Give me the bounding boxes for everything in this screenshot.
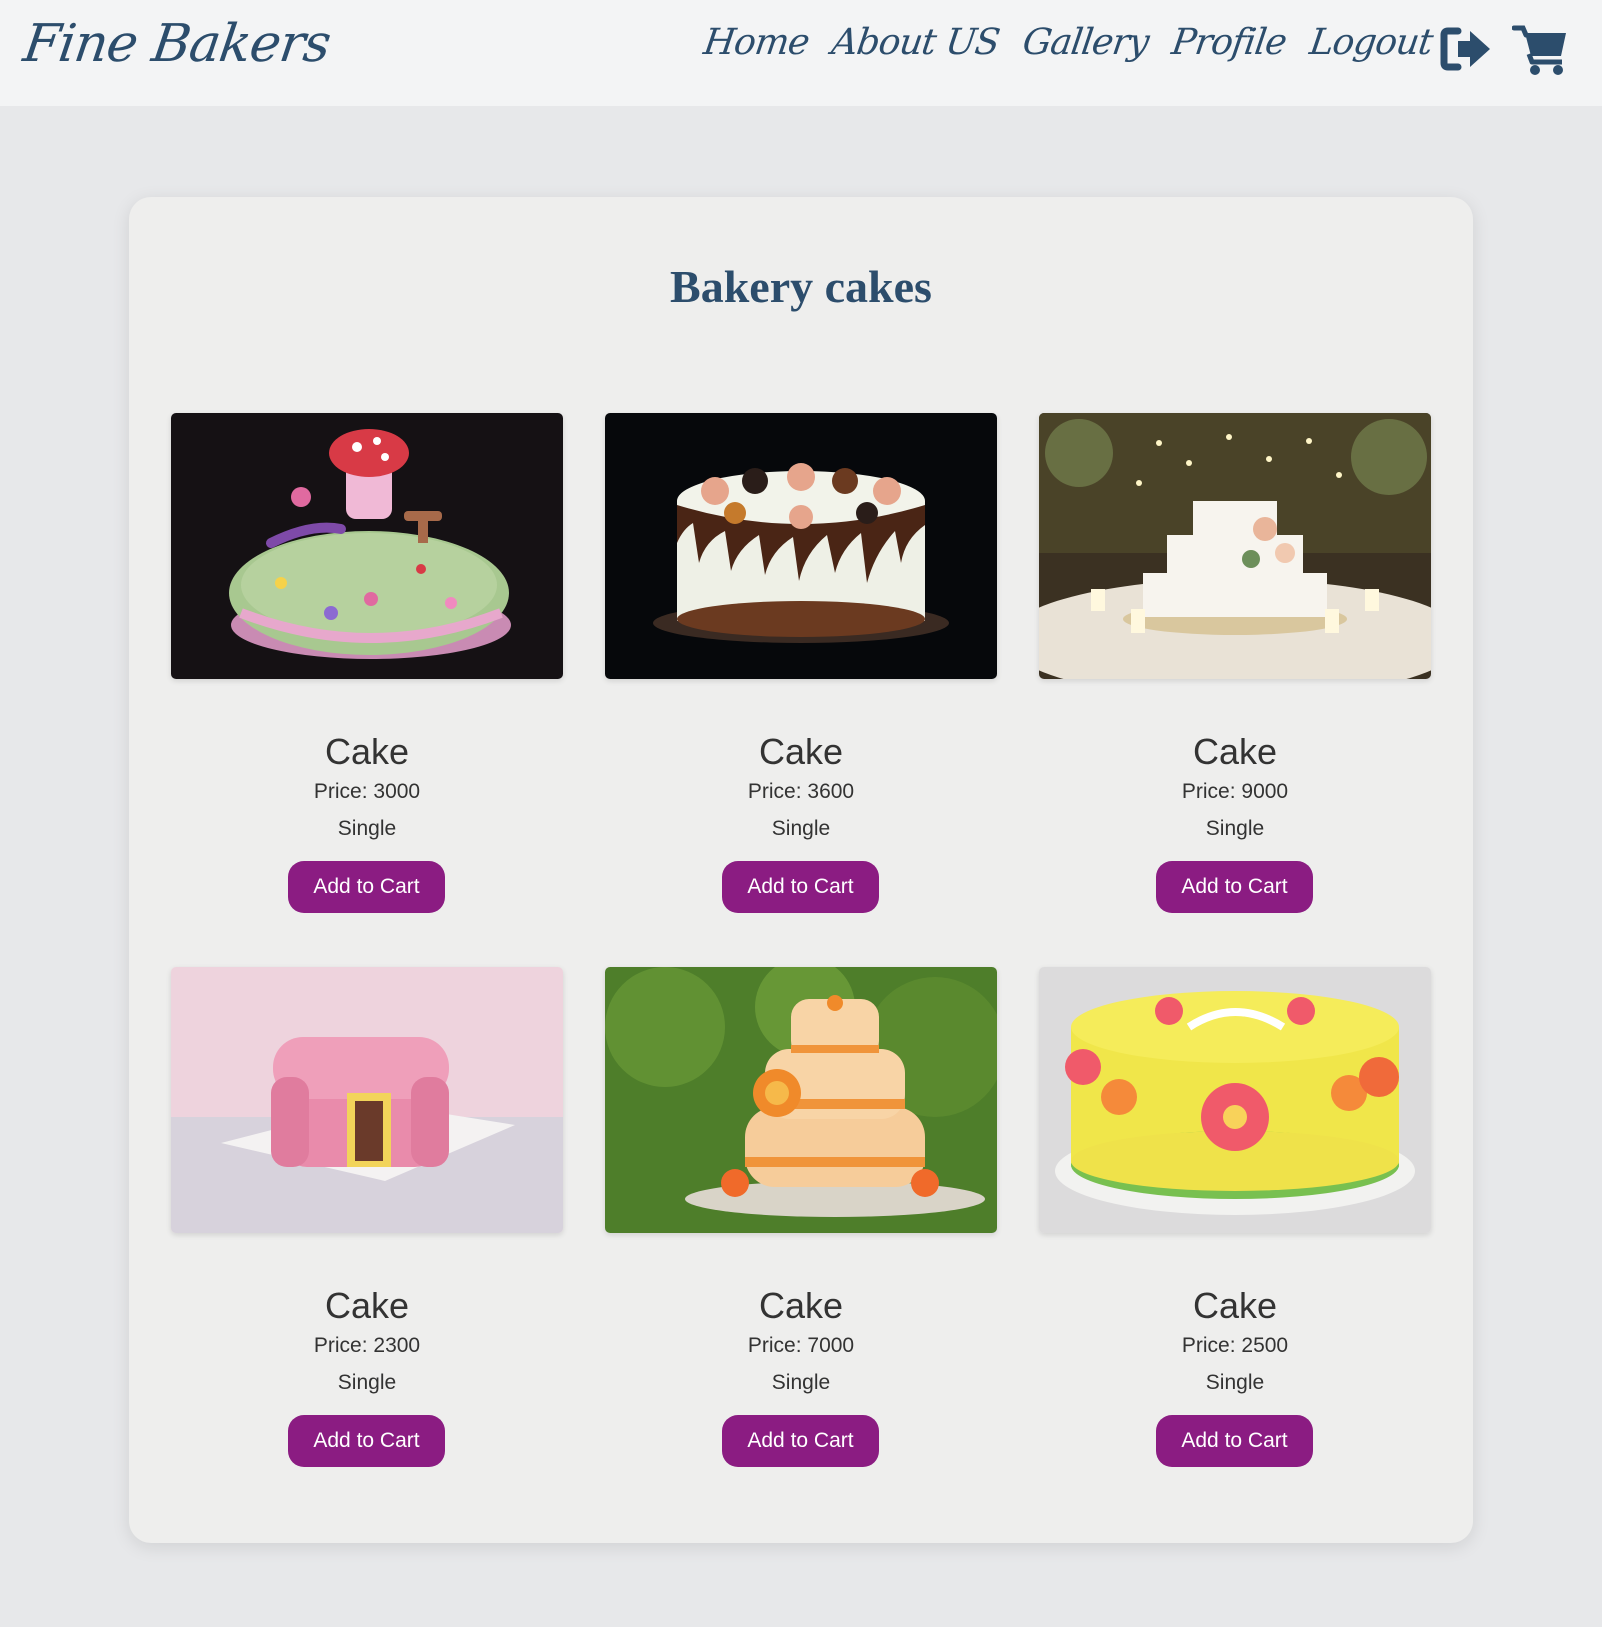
product-type: Single: [337, 817, 397, 840]
product-image-wedding-cake: [1039, 413, 1431, 679]
product-type: Single: [771, 817, 831, 840]
add-to-cart-button[interactable]: Add to Cart: [288, 861, 445, 913]
product-name: Cake: [1192, 731, 1278, 772]
product-image-yellow-flower-cake: [1039, 967, 1431, 1233]
logout-icon[interactable]: [1440, 27, 1492, 71]
product-card: Cake Price: 9000 Single Add to Cart: [1039, 413, 1431, 933]
product-price: Price: 9000: [1181, 780, 1289, 803]
nav-profile[interactable]: Profile: [1169, 22, 1289, 63]
product-name: Cake: [1192, 1285, 1278, 1326]
nav-about-us[interactable]: About US: [829, 22, 1002, 63]
add-to-cart-button[interactable]: Add to Cart: [722, 861, 879, 913]
product-card: Cake Price: 2300 Single Add to Cart: [171, 967, 563, 1487]
nav-logout[interactable]: Logout: [1307, 22, 1435, 63]
product-name: Cake: [324, 1285, 410, 1326]
product-type: Single: [337, 1371, 397, 1394]
nav-home[interactable]: Home: [701, 22, 811, 63]
add-to-cart-button[interactable]: Add to Cart: [288, 1415, 445, 1467]
product-type: Single: [1205, 1371, 1265, 1394]
product-image-pink-armchair-cake: [171, 967, 563, 1233]
product-price: Price: 7000: [747, 1334, 855, 1357]
add-to-cart-button[interactable]: Add to Cart: [1156, 1415, 1313, 1467]
product-image-fairy-garden-cake: [171, 413, 563, 679]
product-name: Cake: [758, 731, 844, 772]
product-type: Single: [1205, 817, 1265, 840]
product-image-chocolate-drip-cake: [605, 413, 997, 679]
nav-links: Home About US Gallery Profile Logout: [701, 22, 1435, 63]
product-price: Price: 2500: [1181, 1334, 1289, 1357]
product-name: Cake: [758, 1285, 844, 1326]
product-price: Price: 3000: [313, 780, 421, 803]
product-name: Cake: [324, 731, 410, 772]
page-title: Bakery cakes: [670, 261, 932, 312]
product-card: Cake Price: 7000 Single Add to Cart: [605, 967, 997, 1487]
navbar: Fine Bakers Home About US Gallery Profil…: [0, 0, 1602, 106]
product-price: Price: 3600: [747, 780, 855, 803]
product-image-orange-rose-cake: [605, 967, 997, 1233]
product-card: Cake Price: 3000 Single Add to Cart: [171, 413, 563, 933]
nav-gallery[interactable]: Gallery: [1020, 22, 1151, 63]
product-card: Cake Price: 3600 Single Add to Cart: [605, 413, 997, 933]
add-to-cart-button[interactable]: Add to Cart: [722, 1415, 879, 1467]
product-card: Cake Price: 2500 Single Add to Cart: [1039, 967, 1431, 1487]
product-type: Single: [771, 1371, 831, 1394]
add-to-cart-button[interactable]: Add to Cart: [1156, 861, 1313, 913]
brand-logo[interactable]: Fine Bakers: [20, 14, 334, 74]
product-price: Price: 2300: [313, 1334, 421, 1357]
shopping-cart-icon[interactable]: [1511, 24, 1568, 76]
